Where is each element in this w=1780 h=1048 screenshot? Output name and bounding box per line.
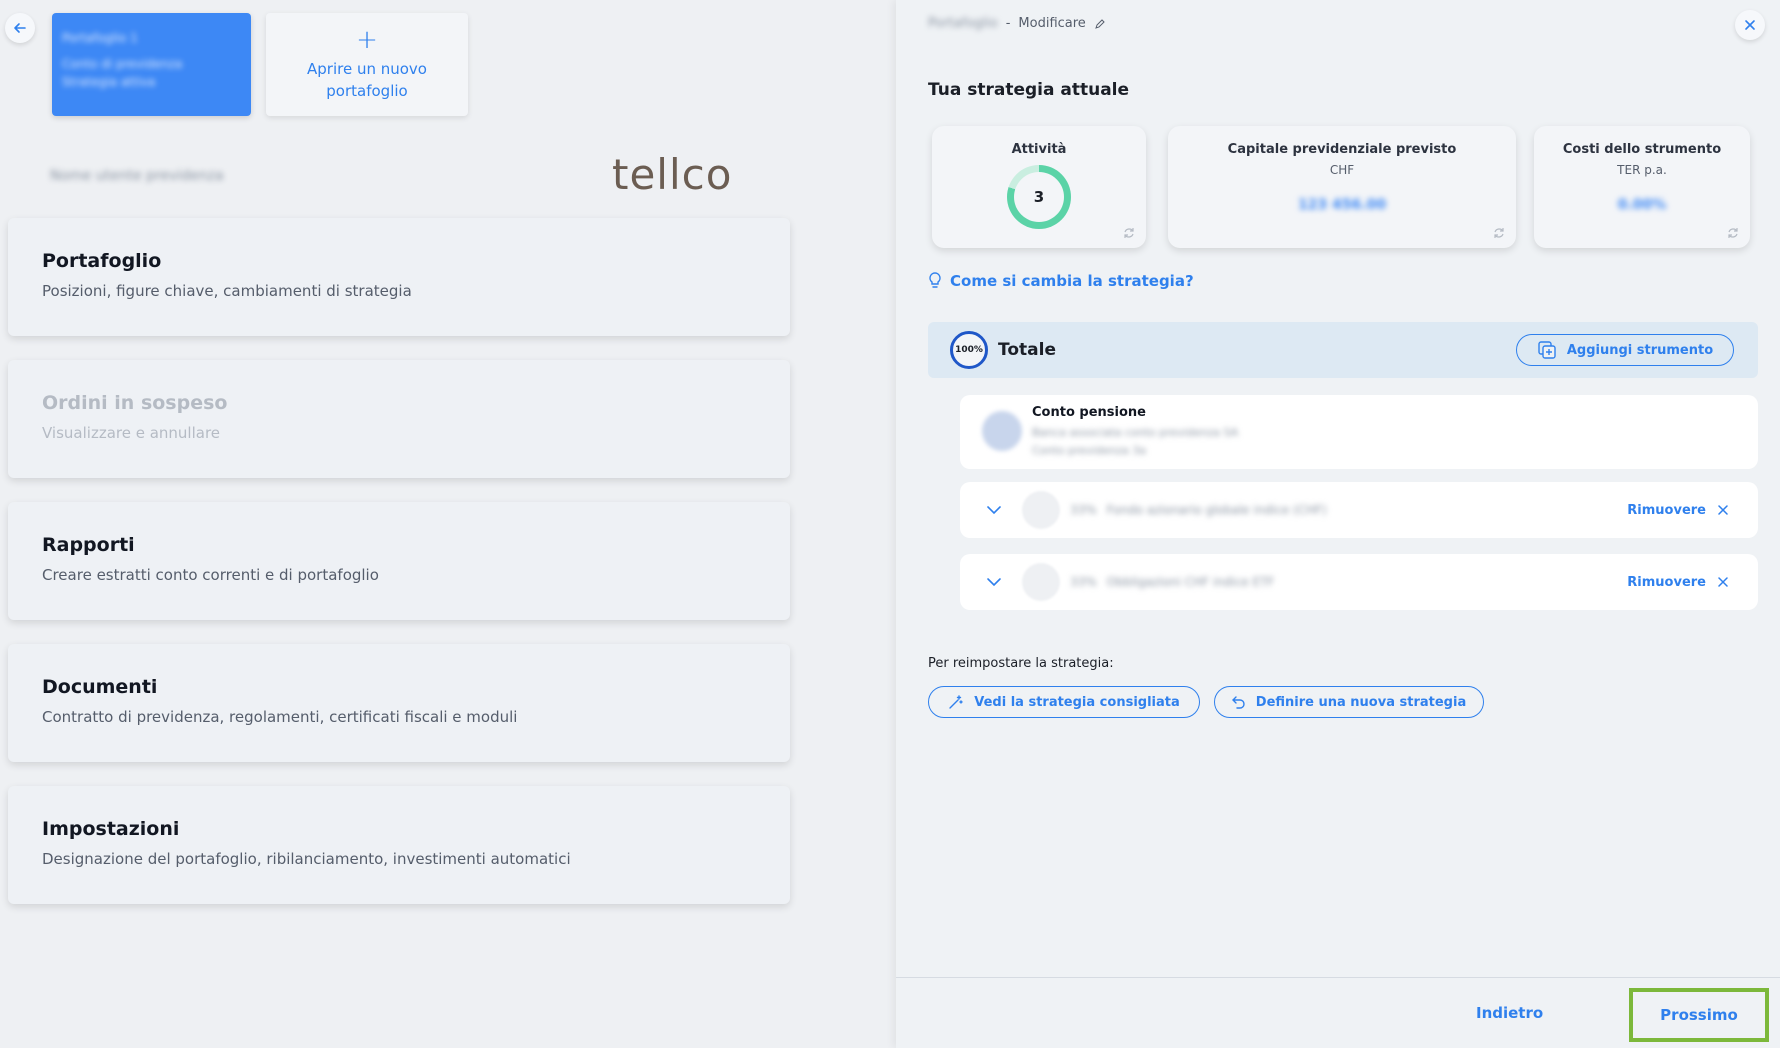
instrument-row: 33% Fondo azionario globale indice (CHF)… (960, 482, 1758, 538)
instrument-percent: 33% (1070, 575, 1097, 589)
recommended-strategy-label: Vedi la strategia consigliata (974, 694, 1180, 710)
instrument-name: Fondo azionario globale indice (CHF) (1106, 503, 1327, 517)
add-instrument-label: Aggiungi strumento (1566, 342, 1714, 358)
stat-label: Costi dello strumento (1562, 142, 1722, 157)
menu-card-subtitle: Contratto di previdenza, regolamenti, ce… (42, 708, 518, 726)
chevron-down-icon[interactable] (986, 577, 1002, 587)
chevron-down-icon[interactable] (986, 505, 1002, 515)
total-row: 100% Totale Aggiungi strumento (928, 322, 1758, 378)
instrument-name: Obbligazioni CHF indice ETF (1106, 575, 1275, 589)
account-name: Nome utente previdenza (50, 168, 224, 184)
stat-value: 123 456.00 (1297, 197, 1387, 213)
stat-value: 0.00% (1617, 197, 1667, 213)
selected-portfolio-card[interactable]: Portafoglio 1 Conto di previdenza Strate… (52, 13, 251, 116)
menu-card-portfolio[interactable]: Portafoglio Posizioni, figure chiave, ca… (8, 218, 790, 336)
back-button[interactable] (5, 13, 35, 43)
menu-card-subtitle: Creare estratti conto correnti e di port… (42, 566, 379, 584)
stat-capital: Capitale previdenziale previsto CHF 123 … (1168, 126, 1516, 248)
back-step-button[interactable]: Indietro (1476, 1004, 1543, 1022)
add-copy-icon (1538, 341, 1556, 359)
activities-donut: 3 (1007, 165, 1071, 229)
close-icon (1745, 20, 1755, 30)
remove-label: Rimuovere (1627, 502, 1706, 518)
pension-account-line: Banca associata conto previdenza SA (1032, 426, 1239, 439)
portfolio-card-line: Strategia attiva (62, 75, 156, 89)
refresh-icon[interactable] (1726, 226, 1740, 240)
total-percent: 100% (950, 331, 988, 369)
menu-card-settings[interactable]: Impostazioni Designazione del portafogli… (8, 786, 790, 904)
menu-card-subtitle: Designazione del portafoglio, ribilancia… (42, 850, 571, 868)
pencil-icon[interactable] (1094, 18, 1106, 30)
panel-footer: Indietro Prossimo (896, 977, 1780, 1048)
portfolio-sidebar: Portafoglio 1 Conto di previdenza Strate… (0, 0, 896, 1048)
stat-costs: Costi dello strumento TER p.a. 0.00% (1534, 126, 1750, 248)
total-label: Totale (998, 340, 1056, 360)
portfolio-name: Portafoglio (928, 16, 998, 31)
menu-card-pending-orders: Ordini in sospeso Visualizzare e annulla… (8, 360, 790, 478)
add-instrument-button[interactable]: Aggiungi strumento (1516, 334, 1734, 366)
reset-strategy-label: Per reimpostare la strategia: (928, 656, 1114, 671)
close-button[interactable] (1735, 10, 1765, 40)
menu-card-title: Rapporti (42, 534, 135, 556)
menu-card-documents[interactable]: Documenti Contratto di previdenza, regol… (8, 644, 790, 762)
x-icon (1718, 505, 1728, 515)
pension-account-line: Conto previdenza 3a (1032, 444, 1146, 457)
define-new-strategy-button[interactable]: Definire una nuova strategia (1214, 686, 1484, 718)
edit-label[interactable]: Modificare (1018, 16, 1085, 31)
strategy-panel: Portafoglio - Modificare Tua strategia a… (896, 0, 1780, 1048)
x-icon (1718, 577, 1728, 587)
stat-sublabel: CHF (1329, 163, 1355, 177)
open-new-portfolio-label: Aprire un nuovo portafoglio (307, 59, 427, 100)
next-button[interactable]: Prossimo (1629, 988, 1769, 1042)
menu-card-subtitle: Posizioni, figure chiave, cambiamenti di… (42, 282, 412, 300)
refresh-icon[interactable] (1122, 226, 1136, 240)
how-to-change-strategy-link[interactable]: Come si cambia la strategia? (928, 272, 1194, 290)
menu-card-title: Portafoglio (42, 250, 162, 272)
new-strategy-label: Definire una nuova strategia (1255, 694, 1467, 710)
panel-header: Portafoglio - Modificare (928, 16, 1106, 31)
stat-activities: Attività 3 (932, 126, 1146, 248)
view-recommended-strategy-button[interactable]: Vedi la strategia consigliata (928, 686, 1200, 718)
remove-instrument-button[interactable]: Rimuovere (1627, 503, 1728, 518)
bank-logo (982, 411, 1022, 451)
remove-instrument-button[interactable]: Rimuovere (1627, 575, 1728, 590)
stat-label: Capitale previdenziale previsto (1227, 142, 1457, 157)
pension-account-name: Conto pensione (1032, 405, 1146, 420)
remove-label: Rimuovere (1627, 574, 1706, 590)
open-new-portfolio-button[interactable]: + Aprire un nuovo portafoglio (266, 13, 468, 116)
arrow-left-icon (14, 23, 26, 33)
menu-card-title: Documenti (42, 676, 158, 698)
menu-card-subtitle: Visualizzare e annullare (42, 424, 221, 442)
refresh-icon[interactable] (1492, 226, 1506, 240)
stat-label: Attività (1011, 142, 1067, 157)
menu-card-title: Ordini in sospeso (42, 392, 228, 414)
lightbulb-icon (929, 272, 941, 288)
plus-icon: + (356, 24, 378, 55)
instrument-percent: 33% (1070, 503, 1097, 517)
hint-label: Come si cambia la strategia? (950, 272, 1194, 290)
pension-account-card: Conto pensione Banca associata conto pre… (960, 395, 1758, 469)
instrument-logo (1022, 491, 1060, 529)
portfolio-card-line: Portafoglio 1 (62, 31, 138, 45)
instrument-row: 33% Obbligazioni CHF indice ETF Rimuover… (960, 554, 1758, 610)
activities-count: 3 (1014, 172, 1064, 222)
undo-icon (1231, 696, 1245, 709)
menu-card-title: Impostazioni (42, 818, 180, 840)
portfolio-card-line: Conto di previdenza (62, 57, 183, 71)
stat-sublabel: TER p.a. (1617, 163, 1667, 177)
tellco-logo: tellco (612, 150, 733, 199)
magic-wand-icon (949, 695, 963, 709)
section-title: Tua strategia attuale (928, 80, 1130, 100)
instrument-logo (1022, 563, 1060, 601)
menu-card-reports[interactable]: Rapporti Creare estratti conto correnti … (8, 502, 790, 620)
